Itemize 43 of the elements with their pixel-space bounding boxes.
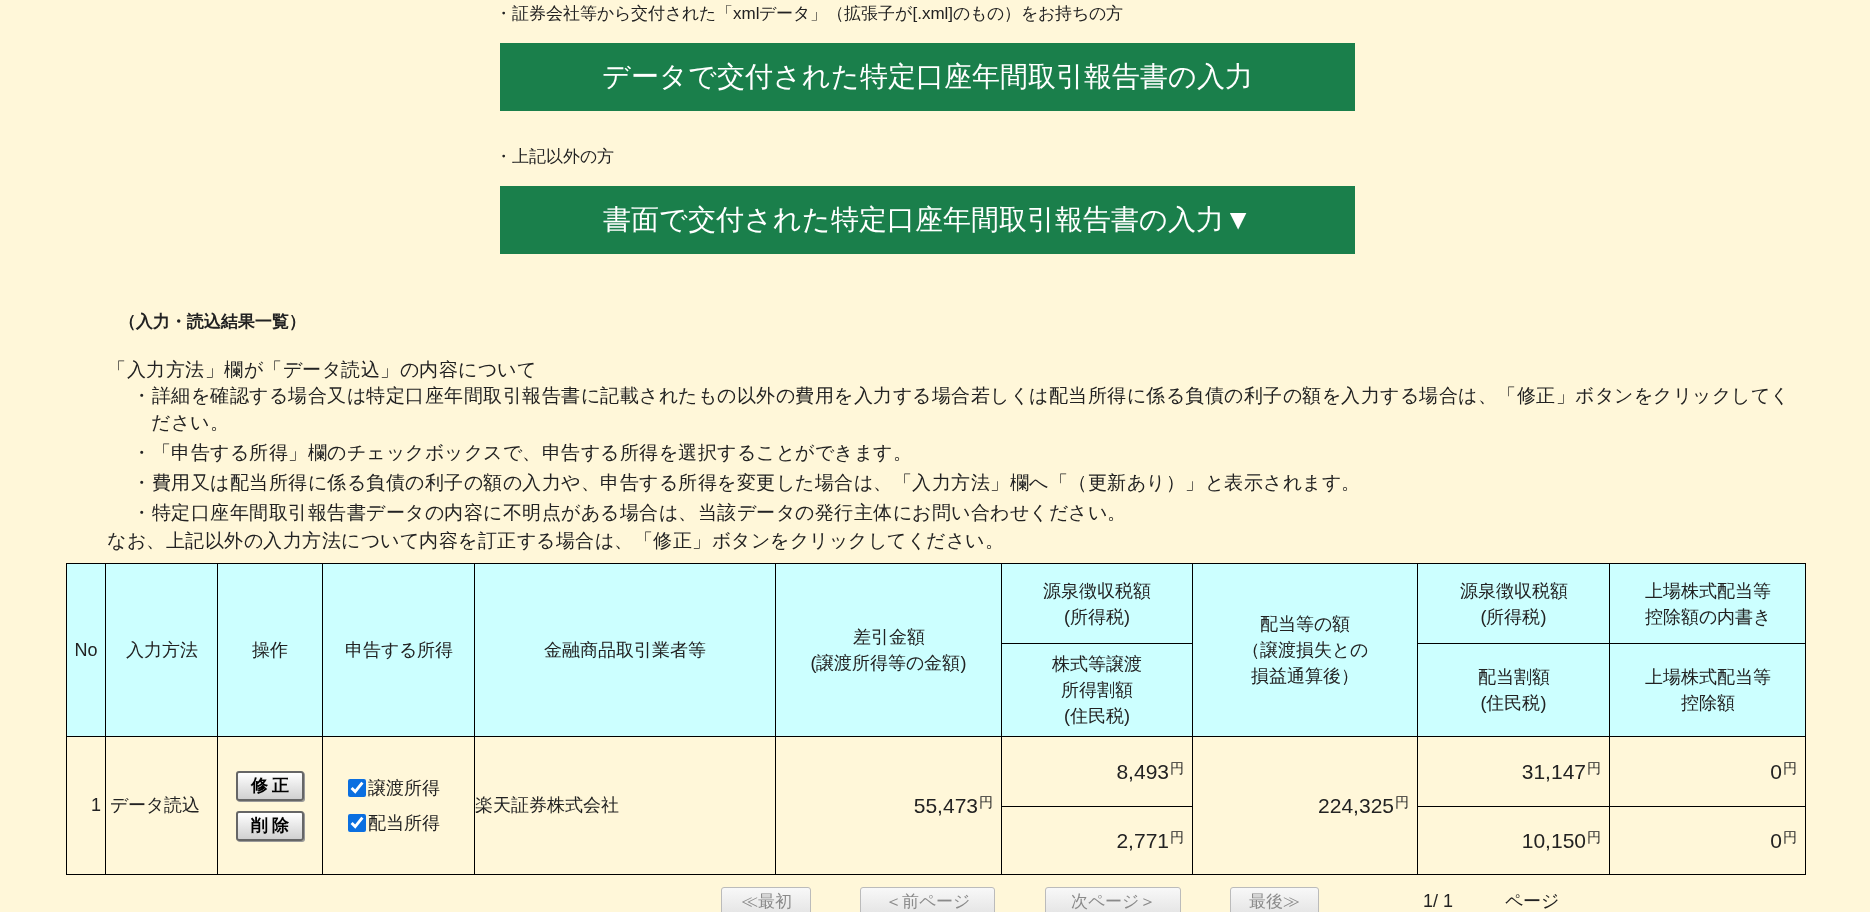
amount-text: 0$^{円}$: [1770, 762, 1797, 783]
data-input-button[interactable]: データで交付された特定口座年間取引報告書の入力: [500, 43, 1355, 111]
checkbox-label: 譲渡所得: [368, 776, 440, 800]
note-text: ・証券会社等から交付された「xmlデータ」（拡張子が[.xml]のもの）をお持ちの方: [495, 3, 1125, 25]
page-number: 1/ 1: [1423, 890, 1454, 912]
income-checkbox[interactable]: [348, 779, 366, 797]
income-checkbox[interactable]: [348, 814, 366, 832]
paper-input-button[interactable]: 書面で交付された特定口座年間取引報告書の入力▼: [500, 186, 1355, 254]
column-header: 申告する所得: [322, 563, 475, 737]
column-header: 入力方法: [105, 563, 218, 737]
note-item: ・「申告する所得」欄のチェックボックスで、申告する所得を選択することができます。: [132, 441, 913, 465]
edit-button[interactable]: 修正: [236, 770, 304, 801]
amount-text: 224,325$^{円}$: [1318, 796, 1409, 817]
delete-button[interactable]: 削除: [236, 810, 304, 841]
note-text: ・上記以外の方: [495, 146, 615, 168]
page-label: ページ: [1505, 890, 1560, 912]
column-header: 操作: [217, 563, 323, 737]
column-header: 上場株式配当等 控除額: [1609, 643, 1806, 737]
intro-text: 「入力方法」欄が「データ読込」の内容について: [107, 358, 537, 382]
column-header: 源泉徴収税額 (所得税): [1417, 563, 1610, 644]
broker-name: 楽天証券株式会社: [475, 795, 619, 815]
column-header: 配当等の額 （譲渡損失との 損益通算後）: [1192, 563, 1418, 737]
column-header: 差引金額 (譲渡所得等の金額): [775, 563, 1002, 737]
note-item: ・費用又は配当所得に係る負債の利子の額の入力や、申告する所得を変更した場合は、「入力方法」欄へ「（更新あり）」と表示されます。: [132, 471, 1362, 495]
amount-text: 8,493$^{円}$: [1116, 762, 1184, 783]
amount-text: 0$^{円}$: [1770, 831, 1797, 852]
column-header: 源泉徴収税額 (所得税): [1001, 563, 1193, 644]
amount-text: 10,150$^{円}$: [1521, 831, 1601, 852]
amount-text: 2,771$^{円}$: [1116, 831, 1184, 852]
note-item: ・詳細を確認する場合又は特定口座年間取引報告書に記載されたもの以外の費用を入力する場合若しくは配当所得に係る負債の利子の額を入力する場合は、「修正」ボタンをクリックしてください。: [132, 384, 1791, 435]
section-heading: （入力・読込結果一覧）: [119, 311, 307, 333]
column-header: 株式等譲渡 所得割額 (住民税): [1001, 643, 1193, 737]
column-header: 上場株式配当等 控除額の内書き: [1609, 563, 1806, 644]
note-item: ・特定口座年間取引報告書データの内容に不明点がある場合は、当該データの発行主体にお問い合わせください。: [132, 501, 1128, 525]
footer-text: なお、上記以外の入力方法について内容を訂正する場合は、「修正」ボタンをクリックしてください。: [107, 529, 1005, 553]
input-method-text: データ読込: [110, 795, 200, 815]
column-header: 配当割額 (住民税): [1417, 643, 1610, 737]
row-number: 1: [91, 795, 101, 815]
amount-text: 55,473$^{円}$: [913, 796, 993, 817]
amount-text: 31,147$^{円}$: [1521, 762, 1601, 783]
checkbox-label: 配当所得: [368, 811, 440, 835]
column-header: No: [66, 563, 106, 737]
column-header: 金融商品取引業者等: [474, 563, 776, 737]
